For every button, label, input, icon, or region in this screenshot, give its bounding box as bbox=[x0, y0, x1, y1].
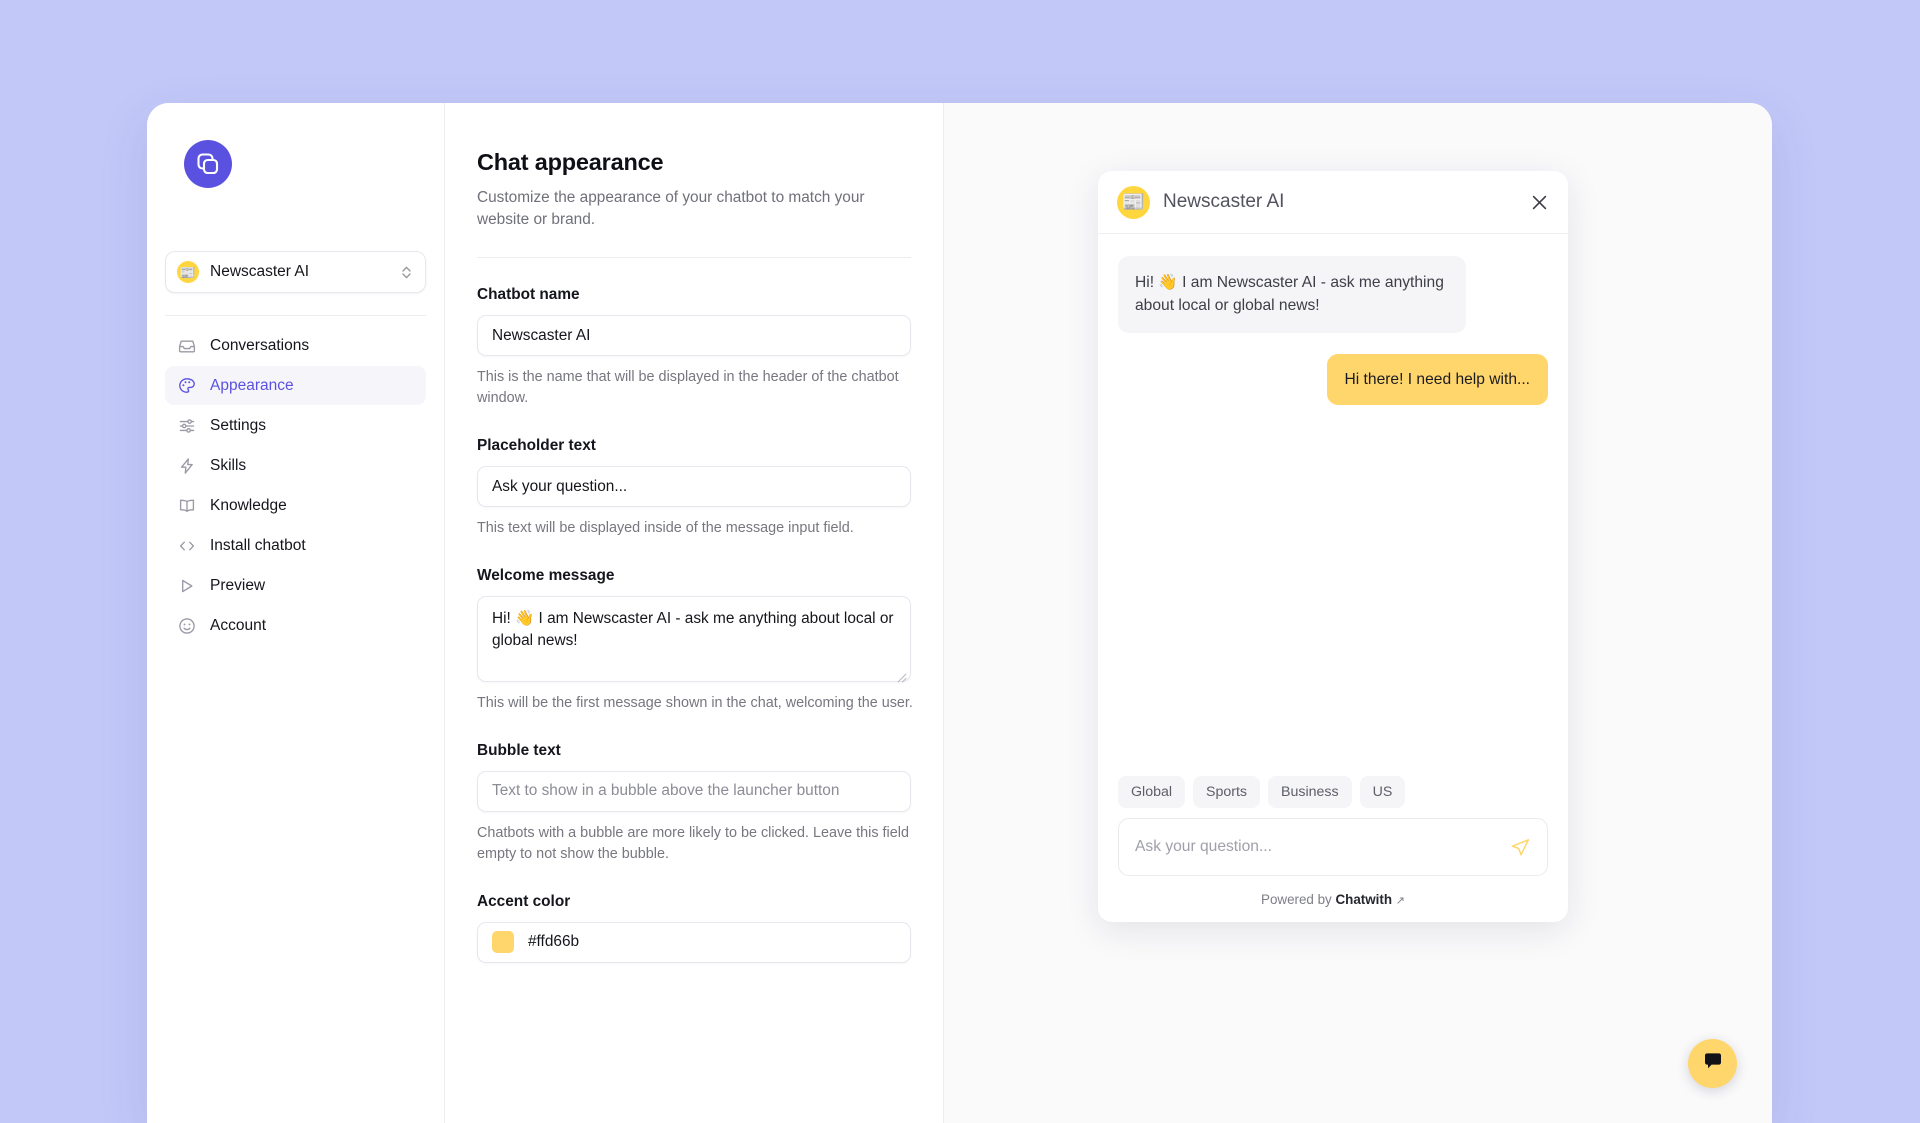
inbox-icon bbox=[177, 337, 196, 355]
close-x-icon[interactable] bbox=[1529, 192, 1550, 213]
powered-by-footer: Powered by Chatwith ↗ bbox=[1118, 876, 1548, 922]
sidebar-item-label: Preview bbox=[210, 576, 266, 594]
smiley-face-icon bbox=[177, 617, 196, 635]
chat-widget: 📰 Newscaster AI Hi! 👋 I am Newscaster AI… bbox=[1098, 171, 1568, 922]
sidebar-item-label: Appearance bbox=[210, 376, 294, 394]
field-welcome-message: Welcome message Hi! 👋 I am Newscaster AI… bbox=[477, 566, 913, 714]
welcome-message-value: Hi! 👋 I am Newscaster AI - ask me anythi… bbox=[492, 609, 894, 649]
suggestion-chips: Global Sports Business US bbox=[1118, 776, 1548, 808]
field-label: Accent color bbox=[477, 892, 571, 910]
field-chatbot-name: Chatbot name Newscaster AI This is the n… bbox=[477, 286, 911, 409]
accent-color-input[interactable]: #ffd66b bbox=[477, 921, 911, 963]
sidebar-item-label: Knowledge bbox=[210, 496, 287, 514]
app-window: 📰 Newscaster AI Conversations Appearance… bbox=[147, 103, 1772, 1123]
sidebar-nav: Conversations Appearance Settings Skills… bbox=[165, 326, 426, 645]
sidebar-item-install-chatbot[interactable]: Install chatbot bbox=[165, 526, 426, 565]
powered-by-brand[interactable]: Chatwith bbox=[1335, 892, 1392, 907]
sidebar-item-label: Account bbox=[210, 616, 267, 634]
chat-widget-footer: Global Sports Business US Ask your quest… bbox=[1098, 776, 1568, 922]
section-divider bbox=[477, 257, 911, 259]
chat-input-placeholder: Ask your question... bbox=[1135, 838, 1272, 855]
suggestion-chip-us[interactable]: US bbox=[1359, 776, 1406, 808]
sidebar-item-label: Skills bbox=[210, 456, 247, 474]
sidebar-item-label: Install chatbot bbox=[210, 536, 306, 554]
field-help-text: This text will be displayed inside of th… bbox=[477, 520, 854, 537]
sidebar-item-label: Conversations bbox=[210, 336, 310, 354]
sidebar: 📰 Newscaster AI Conversations Appearance… bbox=[147, 103, 445, 1123]
field-label: Placeholder text bbox=[477, 437, 596, 455]
sidebar-item-appearance[interactable]: Appearance bbox=[165, 366, 426, 405]
workspace-avatar: 📰 bbox=[177, 261, 199, 283]
sidebar-item-knowledge[interactable]: Knowledge bbox=[165, 486, 426, 525]
code-brackets-icon bbox=[177, 537, 196, 555]
sidebar-divider bbox=[165, 315, 426, 316]
sidebar-item-settings[interactable]: Settings bbox=[165, 406, 426, 445]
sliders-icon bbox=[177, 417, 196, 435]
page-title: Chat appearance bbox=[477, 149, 664, 175]
palette-icon bbox=[177, 377, 196, 395]
sidebar-item-label: Settings bbox=[210, 416, 267, 434]
external-link-icon: ↗ bbox=[1395, 895, 1405, 907]
sidebar-item-skills[interactable]: Skills bbox=[165, 446, 426, 485]
chat-avatar: 📰 bbox=[1117, 185, 1150, 219]
chat-bubble-icon bbox=[1701, 1049, 1725, 1078]
chat-appearance-panel: Chat appearance Customize the appearance… bbox=[445, 103, 943, 1123]
chat-message-list: Hi! 👋 I am Newscaster AI - ask me anythi… bbox=[1098, 234, 1568, 776]
workspace-switcher[interactable]: 📰 Newscaster AI bbox=[165, 251, 426, 293]
chat-widget-header: 📰 Newscaster AI bbox=[1098, 171, 1568, 234]
sidebar-item-conversations[interactable]: Conversations bbox=[165, 326, 426, 365]
powered-by-prefix: Powered by bbox=[1261, 892, 1332, 907]
placeholder-text-input[interactable]: Ask your question... bbox=[477, 466, 911, 508]
bubble-text-input[interactable]: Text to show in a bubble above the launc… bbox=[477, 770, 911, 812]
chatbot-preview-panel: 📰 Newscaster AI Hi! 👋 I am Newscaster AI… bbox=[943, 103, 1772, 1123]
play-triangle-icon bbox=[177, 577, 196, 595]
book-open-icon bbox=[177, 497, 196, 515]
chevron-up-down-icon bbox=[400, 264, 413, 281]
field-placeholder-text: Placeholder text Ask your question... Th… bbox=[477, 437, 911, 539]
accent-color-value: #ffd66b bbox=[528, 933, 580, 951]
lightning-icon bbox=[177, 457, 196, 475]
page-subtitle: Customize the appearance of your chatbot… bbox=[477, 189, 865, 229]
suggestion-chip-business[interactable]: Business bbox=[1268, 776, 1352, 808]
brand-logo-icon[interactable] bbox=[184, 140, 232, 188]
field-accent-color: Accent color #ffd66b bbox=[477, 893, 911, 963]
chat-message-user: Hi there! I need help with... bbox=[1326, 353, 1548, 406]
accent-color-swatch[interactable] bbox=[492, 931, 514, 954]
suggestion-chip-global[interactable]: Global bbox=[1118, 776, 1186, 808]
welcome-message-textarea[interactable]: Hi! 👋 I am Newscaster AI - ask me anythi… bbox=[477, 595, 911, 683]
suggestion-chip-sports[interactable]: Sports bbox=[1193, 776, 1261, 808]
field-label: Welcome message bbox=[477, 566, 615, 584]
field-label: Chatbot name bbox=[477, 286, 580, 304]
chat-message-input[interactable]: Ask your question... bbox=[1118, 818, 1548, 876]
field-label: Bubble text bbox=[477, 741, 561, 759]
chat-widget-title: Newscaster AI bbox=[1163, 191, 1285, 212]
sidebar-item-preview[interactable]: Preview bbox=[165, 566, 426, 605]
send-paper-plane-icon[interactable] bbox=[1510, 837, 1531, 858]
chat-message-bot: Hi! 👋 I am Newscaster AI - ask me anythi… bbox=[1118, 256, 1466, 333]
field-help-text: This is the name that will be displayed … bbox=[477, 369, 899, 407]
sidebar-item-account[interactable]: Account bbox=[165, 606, 426, 645]
chat-launcher-button[interactable] bbox=[1688, 1039, 1737, 1088]
field-help-text: This will be the first message shown in … bbox=[477, 694, 913, 711]
workspace-name: Newscaster AI bbox=[210, 263, 310, 280]
field-bubble-text: Bubble text Text to show in a bubble abo… bbox=[477, 742, 911, 865]
field-help-text: Chatbots with a bubble are more likely t… bbox=[477, 824, 909, 862]
chatbot-name-input[interactable]: Newscaster AI bbox=[477, 315, 911, 357]
resize-handle-icon[interactable] bbox=[897, 668, 907, 683]
